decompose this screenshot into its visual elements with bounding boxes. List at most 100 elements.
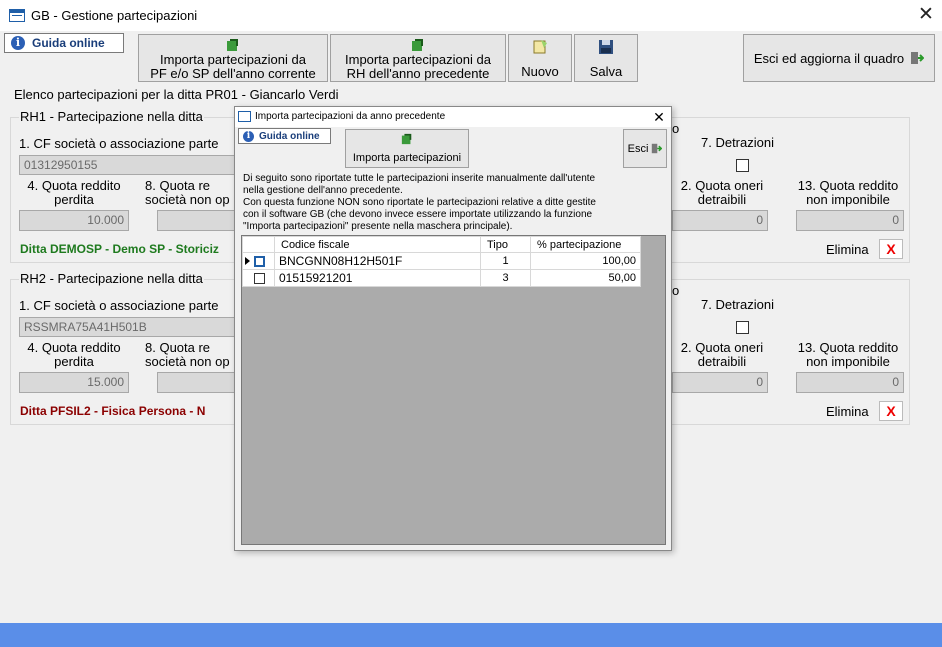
import-arrow-icon	[227, 39, 238, 51]
esci-aggiorna-button[interactable]: Esci ed aggiorna il quadro	[743, 34, 935, 82]
dialog-esci-button[interactable]: Esci	[623, 129, 667, 168]
header-tipo[interactable]: Tipo	[480, 236, 531, 253]
rh2-q12-field[interactable]: 0	[672, 372, 768, 393]
table-row[interactable]: 01515921201 3 50,00	[242, 269, 641, 287]
import-dialog: Importa partecipazioni da anno precedent…	[234, 106, 672, 551]
guida-online-button[interactable]: i Guida online	[4, 33, 124, 53]
dialog-desc-3: Con questa funzione NON sono riportate l…	[243, 197, 596, 208]
exit-door-icon	[911, 52, 925, 64]
table-row[interactable]: BNCGNN08H12H501F 1 100,00	[242, 252, 641, 270]
row-cf: 01515921201	[274, 269, 481, 287]
elenco-heading: Elenco partecipazioni per la ditta PR01 …	[14, 87, 339, 102]
new-document-icon	[533, 40, 547, 54]
salva-label: Salva	[589, 64, 623, 79]
dialog-desc-4: con il software GB (che devono invece es…	[243, 209, 593, 220]
table-icon	[9, 9, 25, 22]
header-perc[interactable]: % partecipazione	[530, 236, 641, 253]
row-checkbox[interactable]	[254, 255, 265, 267]
rh2-ditta: Ditta PFSIL2 - Fisica Persona - N	[20, 404, 206, 418]
rh1-q8-label-1: 8. Quota re	[145, 178, 211, 193]
rh2-detrazioni-label: 7. Detrazioni	[701, 297, 774, 312]
rh1-cf-label: 1. CF società o associazione parte	[19, 136, 219, 151]
rh2-q12-label-2: detraibili	[697, 354, 747, 369]
participations-grid: Codice fiscale Tipo % partecipazione BNC…	[241, 235, 666, 545]
rh2-title: RH2 - Partecipazione nella ditta	[19, 271, 204, 286]
dialog-esci-label: Esci	[627, 142, 649, 155]
import-rh-button[interactable]: Importa partecipazioni da RH dell'anno p…	[330, 34, 506, 82]
dialog-description: Di seguito sono riportate tutte le parte…	[243, 173, 667, 233]
import-pf-label-2: PF e/o SP dell'anno corrente	[150, 66, 316, 81]
row-cf: BNCGNN08H12H501F	[274, 252, 481, 270]
header-select	[242, 236, 275, 253]
salva-button[interactable]: Salva	[574, 34, 638, 82]
dialog-guida-label: Guida online	[259, 130, 320, 142]
rh1-title: RH1 - Partecipazione nella ditta	[19, 109, 204, 124]
import-arrow-icon	[412, 39, 423, 51]
rh2-cf-field[interactable]: RSSMRA75A41H501B	[19, 317, 237, 337]
row-checkbox[interactable]	[254, 272, 265, 284]
title-bar: GB - Gestione partecipazioni ✕	[0, 0, 942, 31]
rh1-q4-label-2: perdita	[54, 192, 94, 207]
nuovo-label: Nuovo	[521, 64, 559, 79]
rh1-q12-label-2: detraibili	[697, 192, 747, 207]
info-icon: i	[243, 130, 254, 142]
rh2-q8-label-1: 8. Quota re	[145, 340, 211, 355]
rh2-detrazioni-checkbox[interactable]	[736, 321, 749, 334]
rh2-q4-field[interactable]: 15.000	[19, 372, 129, 393]
table-icon	[238, 111, 251, 122]
rh1-elimina-label: Elimina	[826, 242, 869, 257]
row-select-cell[interactable]	[242, 252, 275, 270]
rh2-q4-label-2: perdita	[54, 354, 94, 369]
dialog-title: Importa partecipazioni da anno precedent…	[255, 111, 446, 122]
dialog-guida-button[interactable]: i Guida online	[238, 128, 331, 144]
rh1-q8-field[interactable]	[157, 210, 237, 231]
rh1-q4-label-1: 4. Quota reddito	[27, 178, 121, 193]
rh1-q12-label-1: 2. Quota oneri	[680, 178, 764, 193]
participations-table: Codice fiscale Tipo % partecipazione BNC…	[242, 236, 641, 287]
dialog-close-button[interactable]: ✕	[649, 108, 669, 126]
dialog-desc-5: "Importa partecipazioni" presente nella …	[243, 221, 513, 232]
rh1-q13-field[interactable]: 0	[796, 210, 904, 231]
import-pf-sp-button[interactable]: Importa partecipazioni da PF e/o SP dell…	[138, 34, 328, 82]
dialog-importa-label: Importa partecipazioni	[352, 152, 462, 164]
dialog-title-bar: Importa partecipazioni da anno precedent…	[235, 107, 671, 127]
rh2-q13-field[interactable]: 0	[796, 372, 904, 393]
rh1-cf-field[interactable]: 01312950155	[19, 155, 237, 175]
rh2-q12-label-1: 2. Quota oneri	[680, 340, 764, 355]
guida-online-label: Guida online	[32, 36, 105, 50]
rh1-detrazioni-checkbox[interactable]	[736, 159, 749, 172]
floppy-disk-icon	[599, 40, 613, 54]
row-indicator-icon	[245, 257, 250, 265]
rh2-q8-field[interactable]	[157, 372, 237, 393]
close-window-button[interactable]: ✕	[914, 3, 938, 27]
row-tipo: 3	[480, 269, 531, 287]
rh1-q4-field[interactable]: 10.000	[19, 210, 129, 231]
import-rh-label-2: RH dell'anno precedente	[346, 66, 490, 81]
dialog-desc-1: Di seguito sono riportate tutte le parte…	[243, 173, 596, 184]
row-select-cell[interactable]	[242, 269, 275, 287]
header-cf[interactable]: Codice fiscale	[274, 236, 481, 253]
import-arrow-icon	[401, 133, 412, 145]
row-tipo: 1	[480, 252, 531, 270]
import-pf-label-1: Importa partecipazioni da	[160, 52, 306, 67]
info-icon: i	[11, 36, 25, 50]
window-title: GB - Gestione partecipazioni	[31, 8, 198, 23]
rh1-q13-label-1: 13. Quota reddito	[797, 178, 899, 193]
import-rh-label-1: Importa partecipazioni da	[345, 52, 491, 67]
rh2-q8-label-2: società non op	[145, 354, 230, 369]
row-perc: 100,00	[530, 252, 641, 270]
nuovo-button[interactable]: Nuovo	[508, 34, 572, 82]
rh2-cf-label: 1. CF società o associazione parte	[19, 298, 219, 313]
rh1-q13-label-2: non imponibile	[806, 192, 890, 207]
rh2-q13-label-1: 13. Quota reddito	[797, 340, 899, 355]
exit-door-icon	[652, 143, 663, 154]
rh2-elimina-label: Elimina	[826, 404, 869, 419]
rh2-col-partial: o	[672, 283, 680, 298]
dialog-importa-button[interactable]: Importa partecipazioni	[345, 129, 469, 168]
rh1-delete-x-icon[interactable]: X	[879, 239, 903, 259]
rh2-delete-x-icon[interactable]: X	[879, 401, 903, 421]
rh1-q8-label-2: società non op	[145, 192, 230, 207]
rh1-q12-field[interactable]: 0	[672, 210, 768, 231]
rh2-q13-label-2: non imponibile	[806, 354, 890, 369]
dialog-desc-2: nella gestione dell'anno precedente.	[243, 185, 403, 196]
